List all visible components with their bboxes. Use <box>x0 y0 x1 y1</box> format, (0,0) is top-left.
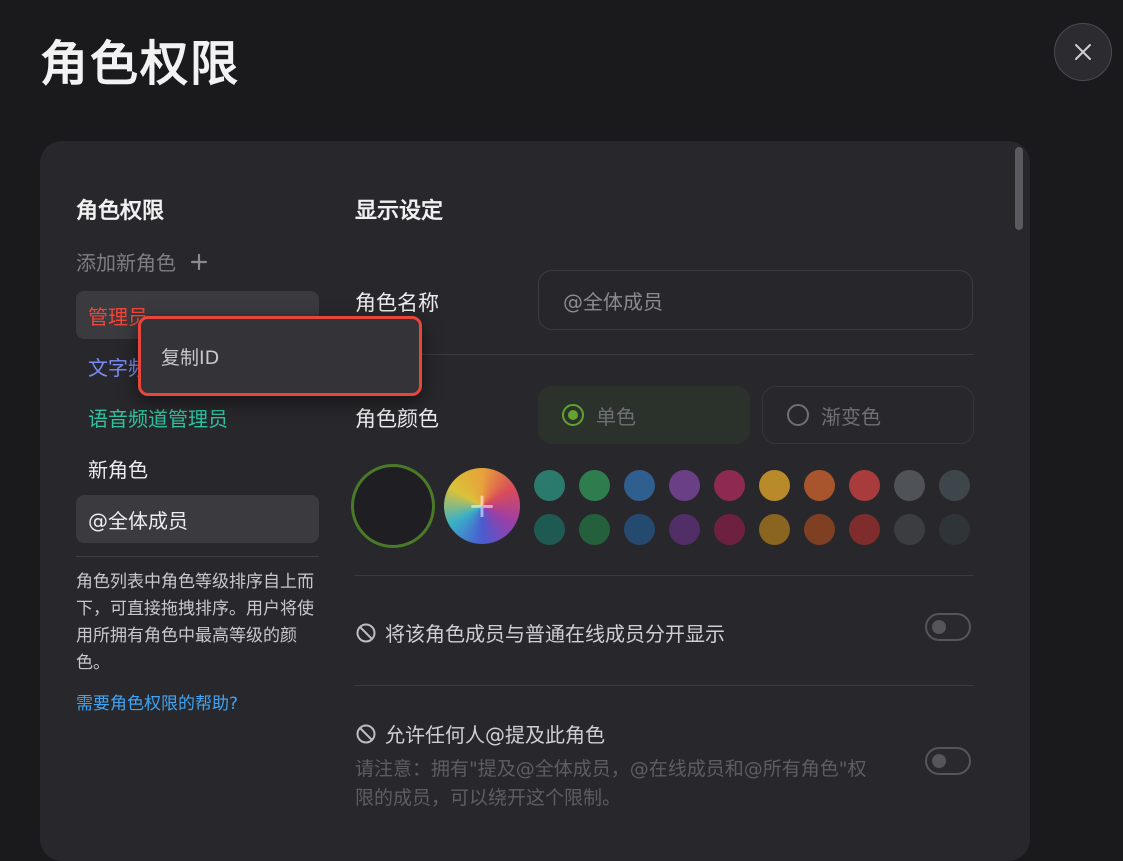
color-swatch[interactable] <box>579 514 610 545</box>
perm-mention-note: 请注意：拥有"提及@全体成员，@在线成员和@所有角色"权限的成员，可以绕开这个限… <box>355 758 867 809</box>
plus-icon: + <box>467 486 497 526</box>
close-icon <box>1075 44 1091 60</box>
color-gradient-label: 渐变色 <box>821 404 881 429</box>
color-swatch[interactable] <box>759 470 790 501</box>
copy-id-menu-item[interactable]: 复制ID <box>147 325 413 387</box>
separate-display-toggle[interactable] <box>925 613 971 641</box>
role-color-label: 角色颜色 <box>355 407 439 431</box>
color-swatch[interactable] <box>894 470 925 501</box>
color-swatch[interactable] <box>804 470 835 501</box>
page-title: 角色权限 <box>40 36 241 92</box>
prohibited-icon <box>356 623 376 642</box>
color-swatch[interactable] <box>714 470 745 501</box>
prohibited-icon <box>356 724 376 743</box>
role-item-everyone[interactable]: @全体成员 <box>76 495 319 543</box>
close-button[interactable] <box>1054 23 1112 81</box>
role-item-voice-admin[interactable]: 语音频道管理员 <box>76 393 319 441</box>
perm-allow-mention: 允许任何人@提及此角色 <box>355 719 605 748</box>
divider <box>355 575 973 576</box>
help-link[interactable]: 需要角色权限的帮助? <box>76 689 238 714</box>
color-swatch[interactable] <box>939 514 970 545</box>
perm-mention-label: 允许任何人@提及此角色 <box>385 723 605 747</box>
color-swatch[interactable] <box>534 470 565 501</box>
color-swatch[interactable] <box>849 470 880 501</box>
color-swatch[interactable] <box>714 514 745 545</box>
context-menu: 复制ID <box>138 316 422 396</box>
color-swatch[interactable] <box>849 514 880 545</box>
display-settings-heading: 显示设定 <box>355 199 444 224</box>
color-swatch[interactable] <box>804 514 835 545</box>
role-label: 新角色 <box>88 457 148 482</box>
role-label: 语音频道管理员 <box>88 406 228 431</box>
color-swatch[interactable] <box>579 470 610 501</box>
role-label: @全体成员 <box>88 508 188 533</box>
add-role-label: 添加新角色 <box>76 251 176 275</box>
divider <box>355 685 973 686</box>
custom-color-button[interactable]: + <box>444 468 520 544</box>
perm-separate-label: 将该角色成员与普通在线成员分开显示 <box>385 622 725 646</box>
color-single-option[interactable]: 单色 <box>538 386 750 444</box>
scrollbar[interactable] <box>1015 147 1023 230</box>
color-swatch[interactable] <box>624 470 655 501</box>
color-swatch[interactable] <box>759 514 790 545</box>
color-swatch[interactable] <box>624 514 655 545</box>
color-swatch[interactable] <box>939 470 970 501</box>
add-role-button[interactable]: 添加新角色 <box>76 247 208 276</box>
role-name-label: 角色名称 <box>355 291 439 315</box>
perm-separate-display: 将该角色成员与普通在线成员分开显示 <box>355 618 725 647</box>
role-name-input[interactable]: @全体成员 <box>538 270 973 330</box>
roles-heading: 角色权限 <box>76 199 165 224</box>
color-single-label: 单色 <box>596 404 636 429</box>
color-swatch[interactable] <box>669 470 700 501</box>
settings-panel: 角色权限 添加新角色 管理员 文字频 语音频道管理员 新角色 @全体成员 角色列… <box>40 141 1030 861</box>
copy-id-label: 复制ID <box>161 346 220 369</box>
divider <box>76 556 319 557</box>
radio-selected-icon <box>562 404 584 426</box>
radio-unselected-icon <box>787 404 809 426</box>
plus-icon <box>190 253 208 270</box>
color-swatch[interactable] <box>534 514 565 545</box>
role-order-hint: 角色列表中角色等级排序自上而下，可直接拖拽排序。用户将使用所拥有角色中最高等级的… <box>76 572 314 673</box>
role-name-value: @全体成员 <box>563 289 663 314</box>
role-item-new-role[interactable]: 新角色 <box>76 444 319 492</box>
color-swatch[interactable] <box>669 514 700 545</box>
color-swatch[interactable] <box>894 514 925 545</box>
current-color-swatch[interactable] <box>351 464 435 548</box>
allow-mention-toggle[interactable] <box>925 747 971 775</box>
color-gradient-option[interactable]: 渐变色 <box>762 386 974 444</box>
divider <box>355 354 973 355</box>
